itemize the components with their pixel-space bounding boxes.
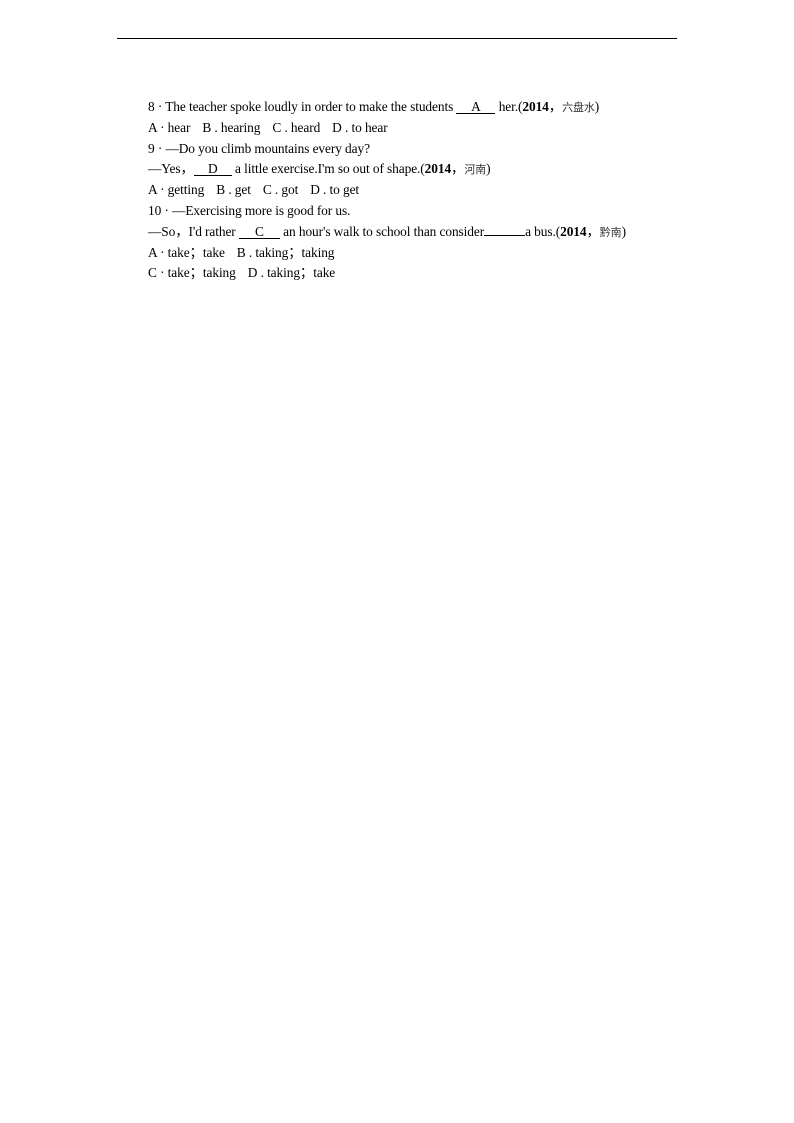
paren: ) [594, 99, 600, 114]
paren: ) [621, 223, 626, 239]
option-a: A · take；take [148, 244, 225, 260]
option-c: C . got [262, 182, 299, 198]
question-10-options-row1: A · take；take B . taking；taking [148, 243, 688, 264]
source-region: 黔南 [599, 225, 622, 239]
option-b: B . hearing [202, 119, 261, 135]
empty-blank [484, 234, 526, 236]
question-8-options: A · hear B . hearing C . heard D . to hear [148, 118, 688, 139]
question-9-stem: 9 · —Do you climb mountains every day? [148, 140, 370, 156]
source-year: 2014 [560, 223, 587, 239]
header-rule [117, 38, 677, 39]
source-region: 六盘水 [562, 101, 595, 114]
question-10-stem: 10 · —Exercising more is good for us. [148, 202, 351, 218]
option-b: B . taking；taking [236, 244, 335, 260]
option-d: D . taking；take [247, 265, 336, 281]
answer-blank: D [193, 162, 232, 177]
question-text: a bus.( [525, 223, 561, 239]
question-text: her.( [495, 99, 523, 114]
option-d: D . to hear [332, 119, 388, 135]
question-text: a little exercise.I'm so out of shape.( [231, 161, 425, 177]
question-8-stem: 8 · The teacher spoke loudly in order to… [148, 97, 688, 118]
question-9-response: —Yes， D a little exercise.I'm so out of s… [148, 159, 688, 180]
document-body: 8 · The teacher spoke loudly in order to… [148, 97, 688, 284]
option-b: B . get [216, 182, 251, 198]
paren: ) [486, 161, 491, 177]
source-year: 2014 [522, 99, 549, 114]
question-10-response: —So，I'd rather C an hour's walk to schoo… [148, 222, 688, 243]
option-d: D . to get [310, 182, 360, 198]
source-region: 河南 [464, 163, 487, 177]
option-a: A · getting [148, 182, 205, 198]
option-a: A · hear [148, 119, 191, 135]
separator: ， [548, 99, 563, 114]
question-text: —So，I'd rather [148, 223, 239, 239]
question-text: an hour's walk to school than consider [279, 223, 485, 239]
question-9-options: A · getting B . get C . got D . to get [148, 180, 688, 201]
question-text: —Yes， [148, 161, 194, 177]
option-c: C · take；taking [148, 265, 236, 281]
separator: ， [586, 223, 600, 239]
question-10-options-row2: C · take；taking D . taking；take [148, 263, 688, 284]
separator: ， [451, 161, 465, 177]
answer-blank: C [238, 225, 280, 239]
question-text: 8 · The teacher spoke loudly in order to… [148, 99, 457, 114]
source-year: 2014 [424, 161, 452, 177]
answer-blank: A [456, 100, 496, 114]
option-c: C . heard [272, 119, 321, 135]
